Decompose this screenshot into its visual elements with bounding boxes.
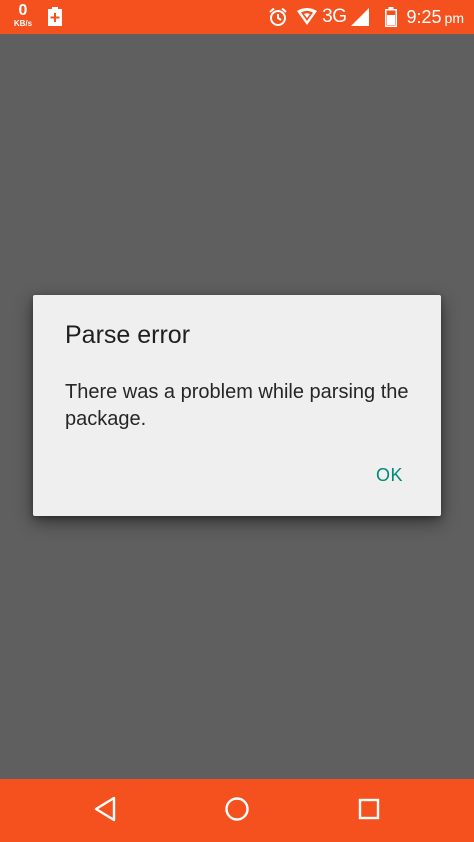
signal-icon xyxy=(350,8,369,26)
network-speed-unit: KB/s xyxy=(13,19,33,28)
home-icon xyxy=(224,796,250,826)
home-button[interactable] xyxy=(197,779,277,842)
navigation-bar xyxy=(0,779,474,842)
hotspot-icon xyxy=(296,8,318,26)
clock-period: pm xyxy=(444,9,464,26)
network-type: 3G xyxy=(322,6,347,27)
dialog-message: There was a problem while parsing the pa… xyxy=(65,381,409,430)
battery-icon xyxy=(384,7,397,27)
status-bar: 0 KB/s 3G 9:25 pm xyxy=(0,0,474,34)
back-button[interactable] xyxy=(65,779,145,842)
alarm-icon xyxy=(268,7,288,27)
dialog-title: Parse error xyxy=(65,321,191,349)
clock-time: 9:25 xyxy=(406,6,442,27)
recent-apps-button[interactable] xyxy=(329,779,409,842)
network-speed: 0 KB/s xyxy=(10,3,36,28)
status-icons: 3G 9:25 pm xyxy=(268,0,464,34)
clock: 9:25 pm xyxy=(407,7,465,28)
battery-charge-icon xyxy=(48,7,62,30)
ok-button[interactable]: OK xyxy=(372,459,407,492)
recent-apps-icon xyxy=(358,798,380,824)
network-speed-value: 0 xyxy=(18,2,28,19)
back-icon xyxy=(93,796,117,826)
parse-error-dialog: Parse error There was a problem while pa… xyxy=(33,295,441,516)
